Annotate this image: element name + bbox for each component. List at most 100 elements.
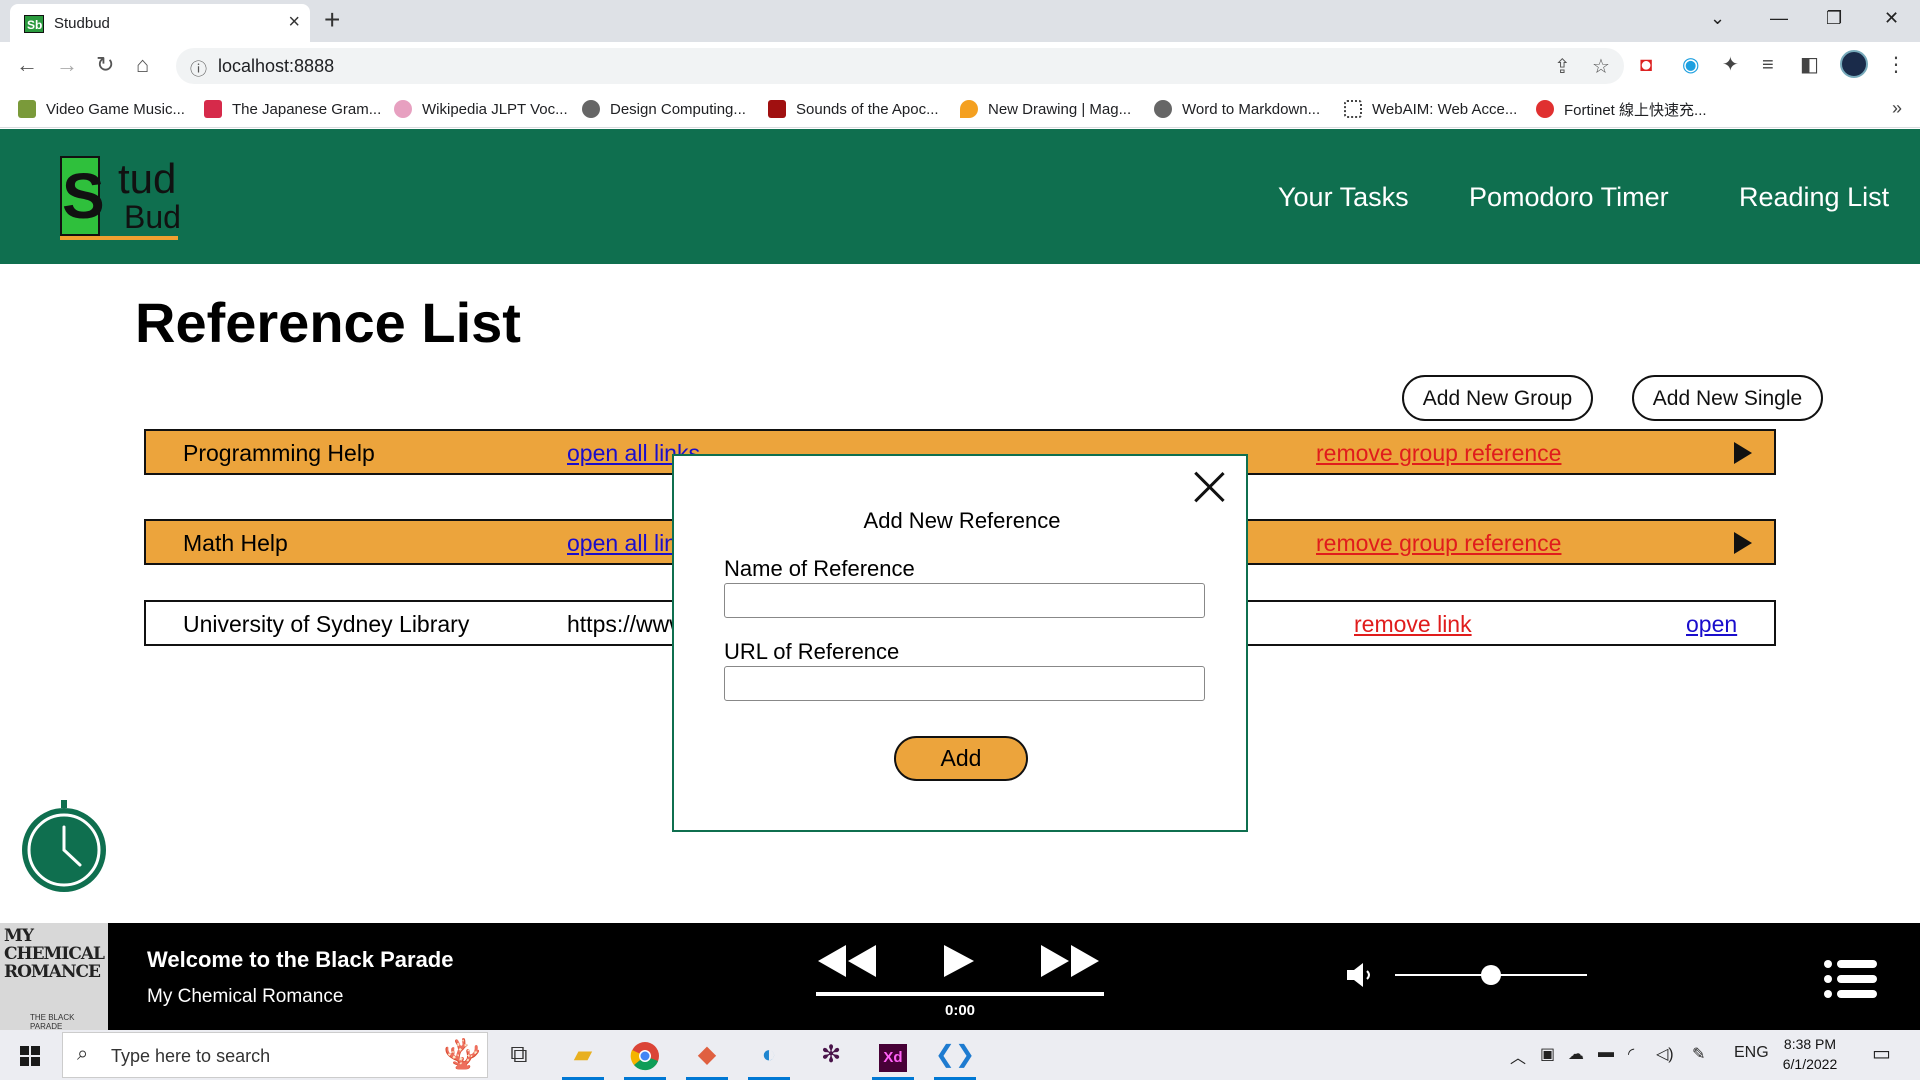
side-panel-icon[interactable]: ◧	[1800, 52, 1819, 78]
slack-icon[interactable]: ✻	[806, 1036, 856, 1080]
wifi-icon[interactable]: ◜	[1628, 1044, 1634, 1064]
fast-forward-icon[interactable]	[1039, 943, 1103, 979]
extension-blue-icon[interactable]: ◉	[1682, 52, 1699, 78]
bookmark-label: Video Game Music...	[46, 100, 185, 118]
bookmark-favicon-icon	[394, 100, 412, 118]
bookmark-label: WebAIM: Web Acce...	[1372, 100, 1518, 118]
pomodoro-clock-icon[interactable]	[18, 800, 110, 896]
volume-icon[interactable]	[1345, 961, 1375, 989]
logo-tud: tud	[118, 155, 177, 202]
queue-list-icon[interactable]	[1823, 959, 1879, 999]
media-controls-icon[interactable]: ≡	[1762, 52, 1774, 78]
studbud-favicon-icon: Sb	[24, 15, 44, 33]
file-explorer-icon[interactable]: ▰	[558, 1036, 608, 1080]
site-info-icon[interactable]: ⓘ	[190, 55, 207, 80]
taskbar-clock[interactable]: 8:38 PM 6/1/2022	[1770, 1034, 1850, 1074]
add-new-group-button[interactable]: Add New Group	[1402, 375, 1593, 421]
name-of-reference-label: Name of Reference	[724, 556, 915, 581]
profile-avatar[interactable]	[1840, 50, 1868, 78]
remove-group-reference-link[interactable]: remove group reference	[1316, 440, 1561, 466]
chrome-menu-icon[interactable]: ⋮	[1886, 52, 1906, 78]
reference-url-input[interactable]	[724, 666, 1205, 701]
search-highlight-coral-icon: 🪸	[443, 1038, 481, 1071]
bookmark-star-icon[interactable]: ☆	[1592, 54, 1610, 79]
volume-slider-knob[interactable]	[1481, 965, 1501, 985]
extensions-puzzle-icon[interactable]: ✦	[1722, 52, 1739, 78]
bookmark-item[interactable]: The Japanese Gram...	[204, 96, 381, 122]
nav-your-tasks[interactable]: Your Tasks	[1278, 181, 1409, 213]
album-art-text: MY CHEMICAL ROMANCE	[4, 926, 105, 982]
clock-time: 8:38 PM	[1783, 1036, 1837, 1052]
url-text[interactable]: localhost:8888	[218, 56, 334, 77]
reference-name-input[interactable]	[724, 583, 1205, 618]
group-name: Programming Help	[183, 440, 375, 466]
progress-bar[interactable]	[816, 992, 1104, 996]
reload-icon[interactable]: ↻	[96, 52, 114, 78]
logo-s: S	[60, 156, 105, 236]
bookmark-favicon-icon	[18, 100, 36, 118]
url-of-reference-label: URL of Reference	[724, 639, 900, 664]
studbud-logo[interactable]: S tud Bud	[60, 156, 184, 240]
nav-pomodoro-timer[interactable]: Pomodoro Timer	[1469, 181, 1669, 213]
play-icon[interactable]	[942, 943, 976, 979]
task-view-icon[interactable]: ⧉	[494, 1036, 544, 1080]
bookmark-favicon-icon	[1536, 100, 1554, 118]
bookmark-label: Design Computing...	[610, 100, 746, 118]
remove-link-link[interactable]: remove link	[1354, 611, 1472, 637]
taskbar-search-box[interactable]: ⌕ Type here to search 🪸	[62, 1032, 488, 1078]
nav-reading-list[interactable]: Reading List	[1739, 181, 1889, 213]
tab-close-icon[interactable]: ×	[288, 12, 300, 32]
song-title: Welcome to the Black Parade	[147, 947, 454, 972]
bookmark-item[interactable]: Sounds of the Apoc...	[768, 96, 939, 122]
figma-like-app-icon[interactable]: ◆	[682, 1036, 732, 1080]
remove-group-reference-link[interactable]: remove group reference	[1316, 530, 1561, 556]
forward-icon[interactable]: →	[56, 52, 78, 78]
expand-arrow-icon[interactable]	[1734, 442, 1752, 464]
speaker-icon[interactable]: ◁)	[1656, 1044, 1674, 1064]
pocket-extension-icon[interactable]: ◘	[1640, 52, 1652, 78]
back-icon[interactable]: ←	[16, 52, 38, 78]
pen-icon[interactable]: ✎	[1692, 1044, 1705, 1064]
song-artist: My Chemical Romance	[147, 986, 344, 1007]
bookmark-item[interactable]: WebAIM: Web Acce...	[1344, 96, 1517, 122]
onedrive-icon[interactable]: ☁	[1568, 1044, 1584, 1064]
window-close-icon[interactable]: ✕	[1884, 8, 1899, 29]
more-bookmarks-icon[interactable]: »	[1892, 98, 1902, 119]
close-icon[interactable]	[1192, 470, 1226, 504]
notifications-icon[interactable]: ▭	[1872, 1041, 1891, 1066]
meet-icon[interactable]: ▣	[1540, 1044, 1555, 1064]
open-link[interactable]: open	[1686, 611, 1737, 637]
adobe-xd-icon[interactable]: Xd	[868, 1036, 918, 1080]
windows-taskbar: ⌕ Type here to search 🪸 ⧉ ▰ ◆ ◐ ✻ Xd ❮❯ …	[0, 1030, 1920, 1080]
bookmark-item[interactable]: Video Game Music...	[18, 96, 185, 122]
address-row: ← → ↻ ⌂ ⓘ localhost:8888 ⇪ ☆ ◘ ◉ ✦ ≡ ◧ ⋮	[0, 42, 1920, 90]
expand-arrow-icon[interactable]	[1734, 532, 1752, 554]
new-tab-icon[interactable]: +	[324, 6, 340, 34]
page-title: Reference List	[135, 291, 521, 354]
bookmark-item[interactable]: Fortinet 線上快速充...	[1536, 96, 1707, 122]
restore-icon[interactable]: ❐	[1826, 8, 1842, 29]
bookmark-favicon-icon	[960, 100, 978, 118]
share-icon[interactable]: ⇪	[1554, 54, 1571, 79]
battery-icon[interactable]: ▬	[1598, 1044, 1614, 1062]
rewind-icon[interactable]	[816, 943, 880, 979]
address-bar[interactable]: ⓘ localhost:8888 ⇪ ☆	[176, 48, 1624, 84]
bookmark-item[interactable]: New Drawing | Mag...	[960, 96, 1131, 122]
home-icon[interactable]: ⌂	[136, 52, 149, 78]
browser-tab[interactable]: Sb Studbud ×	[10, 4, 310, 42]
windows-start-icon[interactable]	[20, 1046, 40, 1066]
show-hidden-icons-icon[interactable]: ︿	[1510, 1044, 1526, 1068]
edge-icon[interactable]: ◐	[744, 1036, 794, 1080]
bookmark-item[interactable]: Wikipedia JLPT Voc...	[394, 96, 568, 122]
tab-search-chevron-icon[interactable]: ⌄	[1710, 8, 1725, 29]
language-indicator[interactable]: ENG	[1734, 1044, 1769, 1062]
add-new-single-button[interactable]: Add New Single	[1632, 375, 1823, 421]
chrome-icon[interactable]	[620, 1036, 670, 1080]
modal-title: Add New Reference	[863, 508, 1061, 533]
bookmark-item[interactable]: Word to Markdown...	[1154, 96, 1320, 122]
bookmark-item[interactable]: Design Computing...	[582, 96, 746, 122]
add-button[interactable]: Add	[894, 736, 1028, 781]
clock-date: 6/1/2022	[1782, 1056, 1838, 1072]
vscode-icon[interactable]: ❮❯	[930, 1036, 980, 1080]
minimize-icon[interactable]: —	[1770, 8, 1788, 29]
